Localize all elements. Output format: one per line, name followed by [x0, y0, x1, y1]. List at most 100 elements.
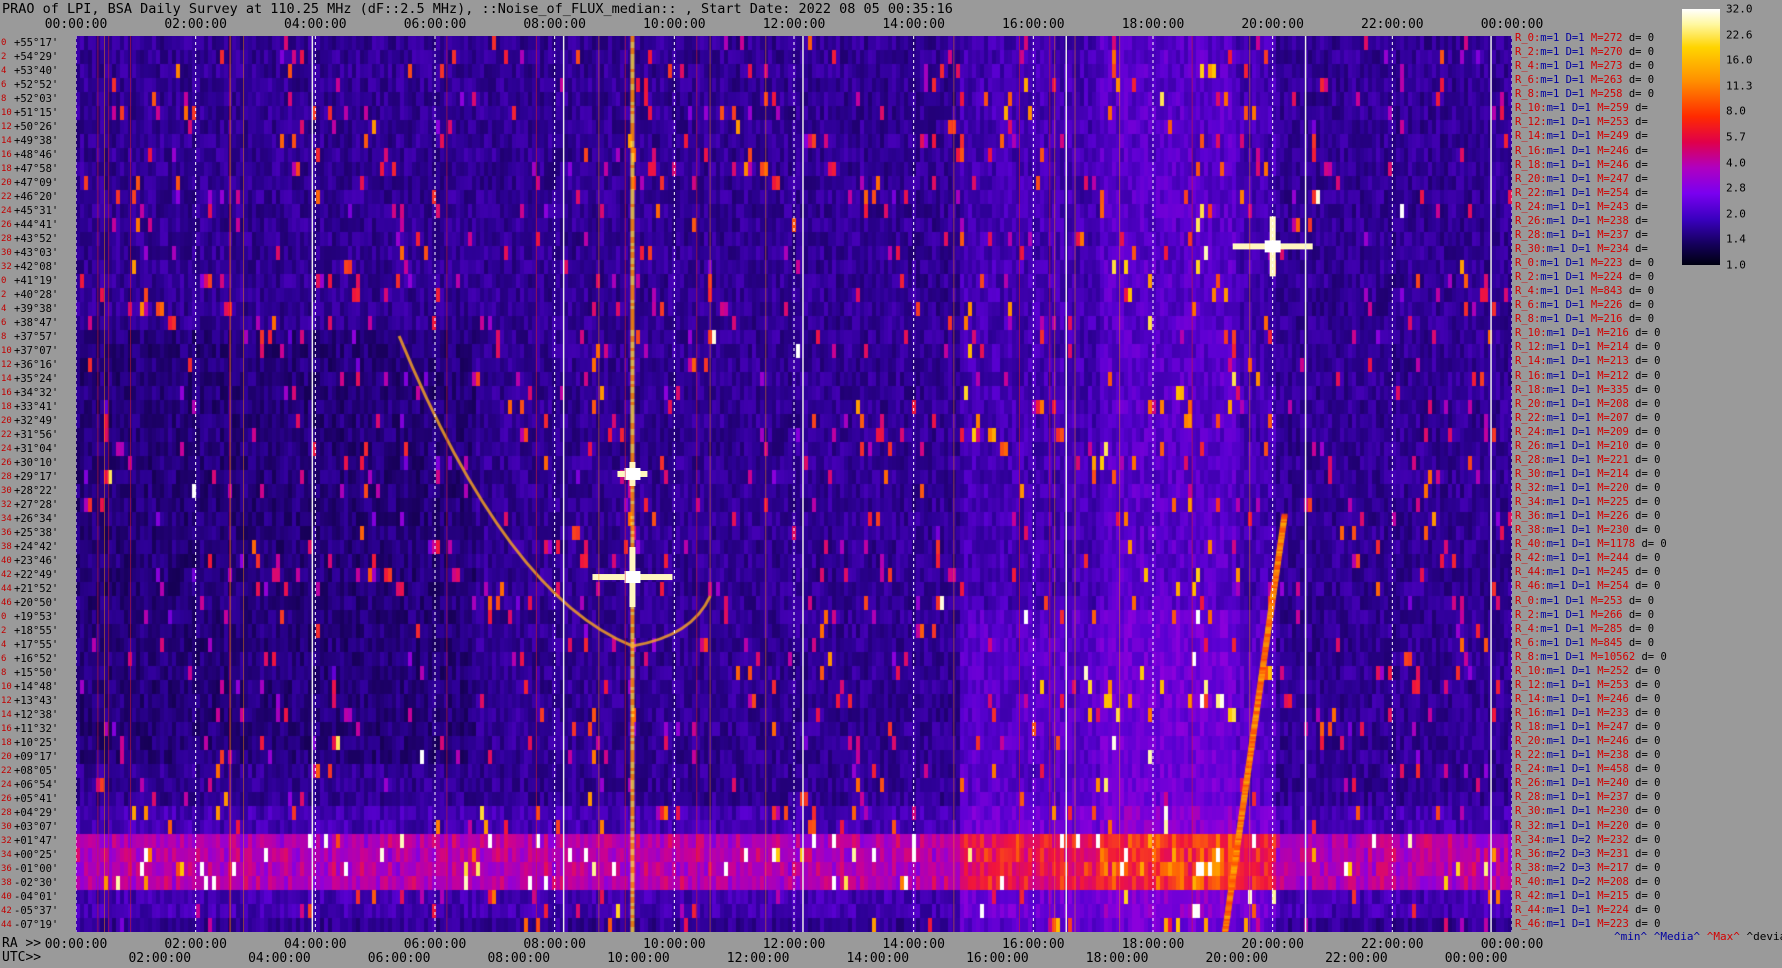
stat-row: R_10:m=1 D=1 M=259 d= — [1515, 102, 1648, 115]
row-index: 30 — [1, 248, 12, 258]
ra-bottom-tick: 22:00:00 — [1361, 937, 1424, 952]
row-index: 36 — [1, 528, 12, 538]
row-index: 4 — [1, 304, 7, 314]
stat-row: R_26:m=1 D=1 M=240 d= 0 — [1515, 777, 1661, 790]
stat-row: R_46:m=1 D=1 M=223 d= 0 — [1515, 917, 1661, 930]
ra-bottom-tick: 04:00:00 — [284, 937, 347, 952]
utc-axis-prefix: UTC>> — [2, 950, 42, 965]
ra-bottom-tick: 08:00:00 — [523, 937, 586, 952]
row-index: 28 — [1, 472, 12, 482]
ra-top-tick: 22:00:00 — [1361, 17, 1424, 32]
stats-legend: ^min^ ^Media^ ^Max^ ^devia^ — [1614, 930, 1782, 943]
utc-bottom-tick: 10:00:00 — [607, 951, 670, 966]
heatmap-plot — [76, 36, 1512, 932]
ra-top-tick: 04:00:00 — [284, 17, 347, 32]
dec-tick: +51°15' — [14, 107, 59, 119]
ra-bottom-axis: 00:00:00 02:00:00 04:00:00 06:00:00 08:00:00… — [45, 937, 1544, 952]
declination-axis: +55°17' 0 +54°29' 2 +53°40' 4 +52°52' 6 +52°03' 8… — [0, 36, 76, 932]
stat-row: R_6:m=1 D=1 M=226 d= 0 — [1515, 299, 1655, 312]
dec-tick: +11°32' — [14, 723, 59, 735]
stat-row: R_32:m=1 D=1 M=220 d= 0 — [1515, 819, 1661, 832]
dec-tick: -02°30' — [14, 877, 59, 889]
dec-tick: -05°37' — [14, 905, 59, 917]
row-index: 38 — [1, 542, 12, 552]
row-index: 16 — [1, 388, 12, 398]
ra-bottom-tick: 12:00:00 — [762, 937, 826, 952]
stat-row: R_16:m=1 D=1 M=212 d= 0 — [1515, 369, 1661, 382]
ra-bottom-tick: 02:00:00 — [164, 937, 227, 952]
dec-tick: +22°49' — [14, 569, 59, 581]
dec-tick: +54°29' — [14, 51, 59, 63]
stat-row: R_14:m=1 D=1 M=213 d= 0 — [1515, 355, 1661, 368]
stat-row: R_24:m=1 D=1 M=458 d= 0 — [1515, 763, 1661, 776]
dec-tick: +53°40' — [14, 65, 59, 77]
row-index: 0 — [1, 38, 7, 48]
colorbar-tick: 5.7 — [1726, 130, 1746, 144]
row-index: 28 — [1, 808, 12, 818]
stat-row: R_8:m=1 D=1 M=216 d= 0 — [1515, 313, 1655, 326]
dec-tick: +52°03' — [14, 93, 59, 105]
row-index: 12 — [1, 122, 12, 132]
row-index: 2 — [1, 626, 7, 636]
row-index: 18 — [1, 738, 12, 748]
utc-bottom-tick: 02:00:00 — [128, 951, 192, 966]
row-index: 36 — [1, 864, 12, 874]
dec-tick: +09°17' — [14, 751, 59, 763]
row-index: 24 — [1, 444, 12, 454]
colorbar-tick: 1.0 — [1726, 258, 1746, 272]
row-index: 30 — [1, 822, 12, 832]
row-index: 20 — [1, 416, 12, 426]
row-index: 6 — [1, 654, 7, 664]
row-index: 42 — [1, 570, 12, 580]
row-index: 18 — [1, 402, 12, 412]
stat-row: R_16:m=1 D=1 M=246 d= — [1515, 144, 1648, 157]
dec-tick: +44°41' — [14, 219, 59, 231]
dec-tick: +06°54' — [14, 779, 59, 791]
row-index: 16 — [1, 150, 12, 160]
row-index: 4 — [1, 66, 7, 76]
dec-tick: +18°55' — [14, 625, 59, 637]
stat-row: R_40:m=1 D=2 M=208 d= 0 — [1515, 875, 1661, 888]
stat-row: R_34:m=1 D=1 M=225 d= 0 — [1515, 496, 1661, 509]
stat-row: R_18:m=1 D=1 M=247 d= 0 — [1515, 721, 1661, 734]
radio-source — [592, 547, 673, 608]
dec-tick: +13°43' — [14, 695, 59, 707]
ra-top-tick: 00:00:00 — [1480, 17, 1544, 32]
radio-source — [617, 461, 648, 486]
stat-row: R_4:m=1 D=1 M=273 d= 0 — [1515, 60, 1655, 73]
row-index: 26 — [1, 220, 12, 230]
ra-bottom-tick: 14:00:00 — [882, 937, 945, 952]
stat-row: R_20:m=1 D=1 M=208 d= 0 — [1515, 397, 1661, 410]
colorbar-tick: 2.8 — [1726, 181, 1746, 195]
dec-tick: +47°58' — [14, 163, 59, 175]
colorbar-tick: 2.0 — [1726, 207, 1746, 221]
legend-max: ^Max^ — [1706, 930, 1740, 943]
row-index: 12 — [1, 696, 12, 706]
stat-row: R_38:m=2 D=3 M=217 d= 0 — [1515, 861, 1661, 874]
dec-tick: +39°38' — [14, 303, 59, 315]
dec-tick: +42°08' — [14, 261, 59, 273]
row-index: 22 — [1, 766, 12, 776]
ra-top-tick: 10:00:00 — [643, 17, 706, 32]
dec-tick: +43°52' — [14, 233, 59, 245]
dec-tick: +46°20' — [14, 191, 59, 203]
utc-bottom-tick: 12:00:00 — [726, 951, 790, 966]
row-index: 28 — [1, 234, 12, 244]
stat-row: R_4:m=1 D=1 M=285 d= 0 — [1515, 622, 1655, 635]
dec-tick: +26°34' — [14, 513, 59, 525]
utc-bottom-axis: 02:00:00 04:00:00 06:00:00 08:00:00 10:00:00… — [76, 951, 1512, 966]
row-index: 26 — [1, 794, 12, 804]
row-index: 6 — [1, 80, 7, 90]
row-index: 40 — [1, 556, 12, 566]
stat-row: R_28:m=1 D=1 M=237 d= — [1515, 228, 1648, 241]
row-index: 42 — [1, 906, 12, 916]
row-index: 14 — [1, 136, 12, 146]
row-index: 30 — [1, 486, 12, 496]
row-index: 44 — [1, 584, 12, 594]
stat-row: R_0:m=1 D=1 M=253 d= 0 — [1515, 594, 1655, 607]
stat-row: R_24:m=1 D=1 M=243 d= — [1515, 200, 1648, 213]
dec-tick: +48°46' — [14, 149, 59, 161]
dec-tick: +20°50' — [14, 597, 59, 609]
dec-tick: +28°22' — [14, 485, 59, 497]
stat-row: R_34:m=1 D=2 M=232 d= 0 — [1515, 833, 1661, 846]
